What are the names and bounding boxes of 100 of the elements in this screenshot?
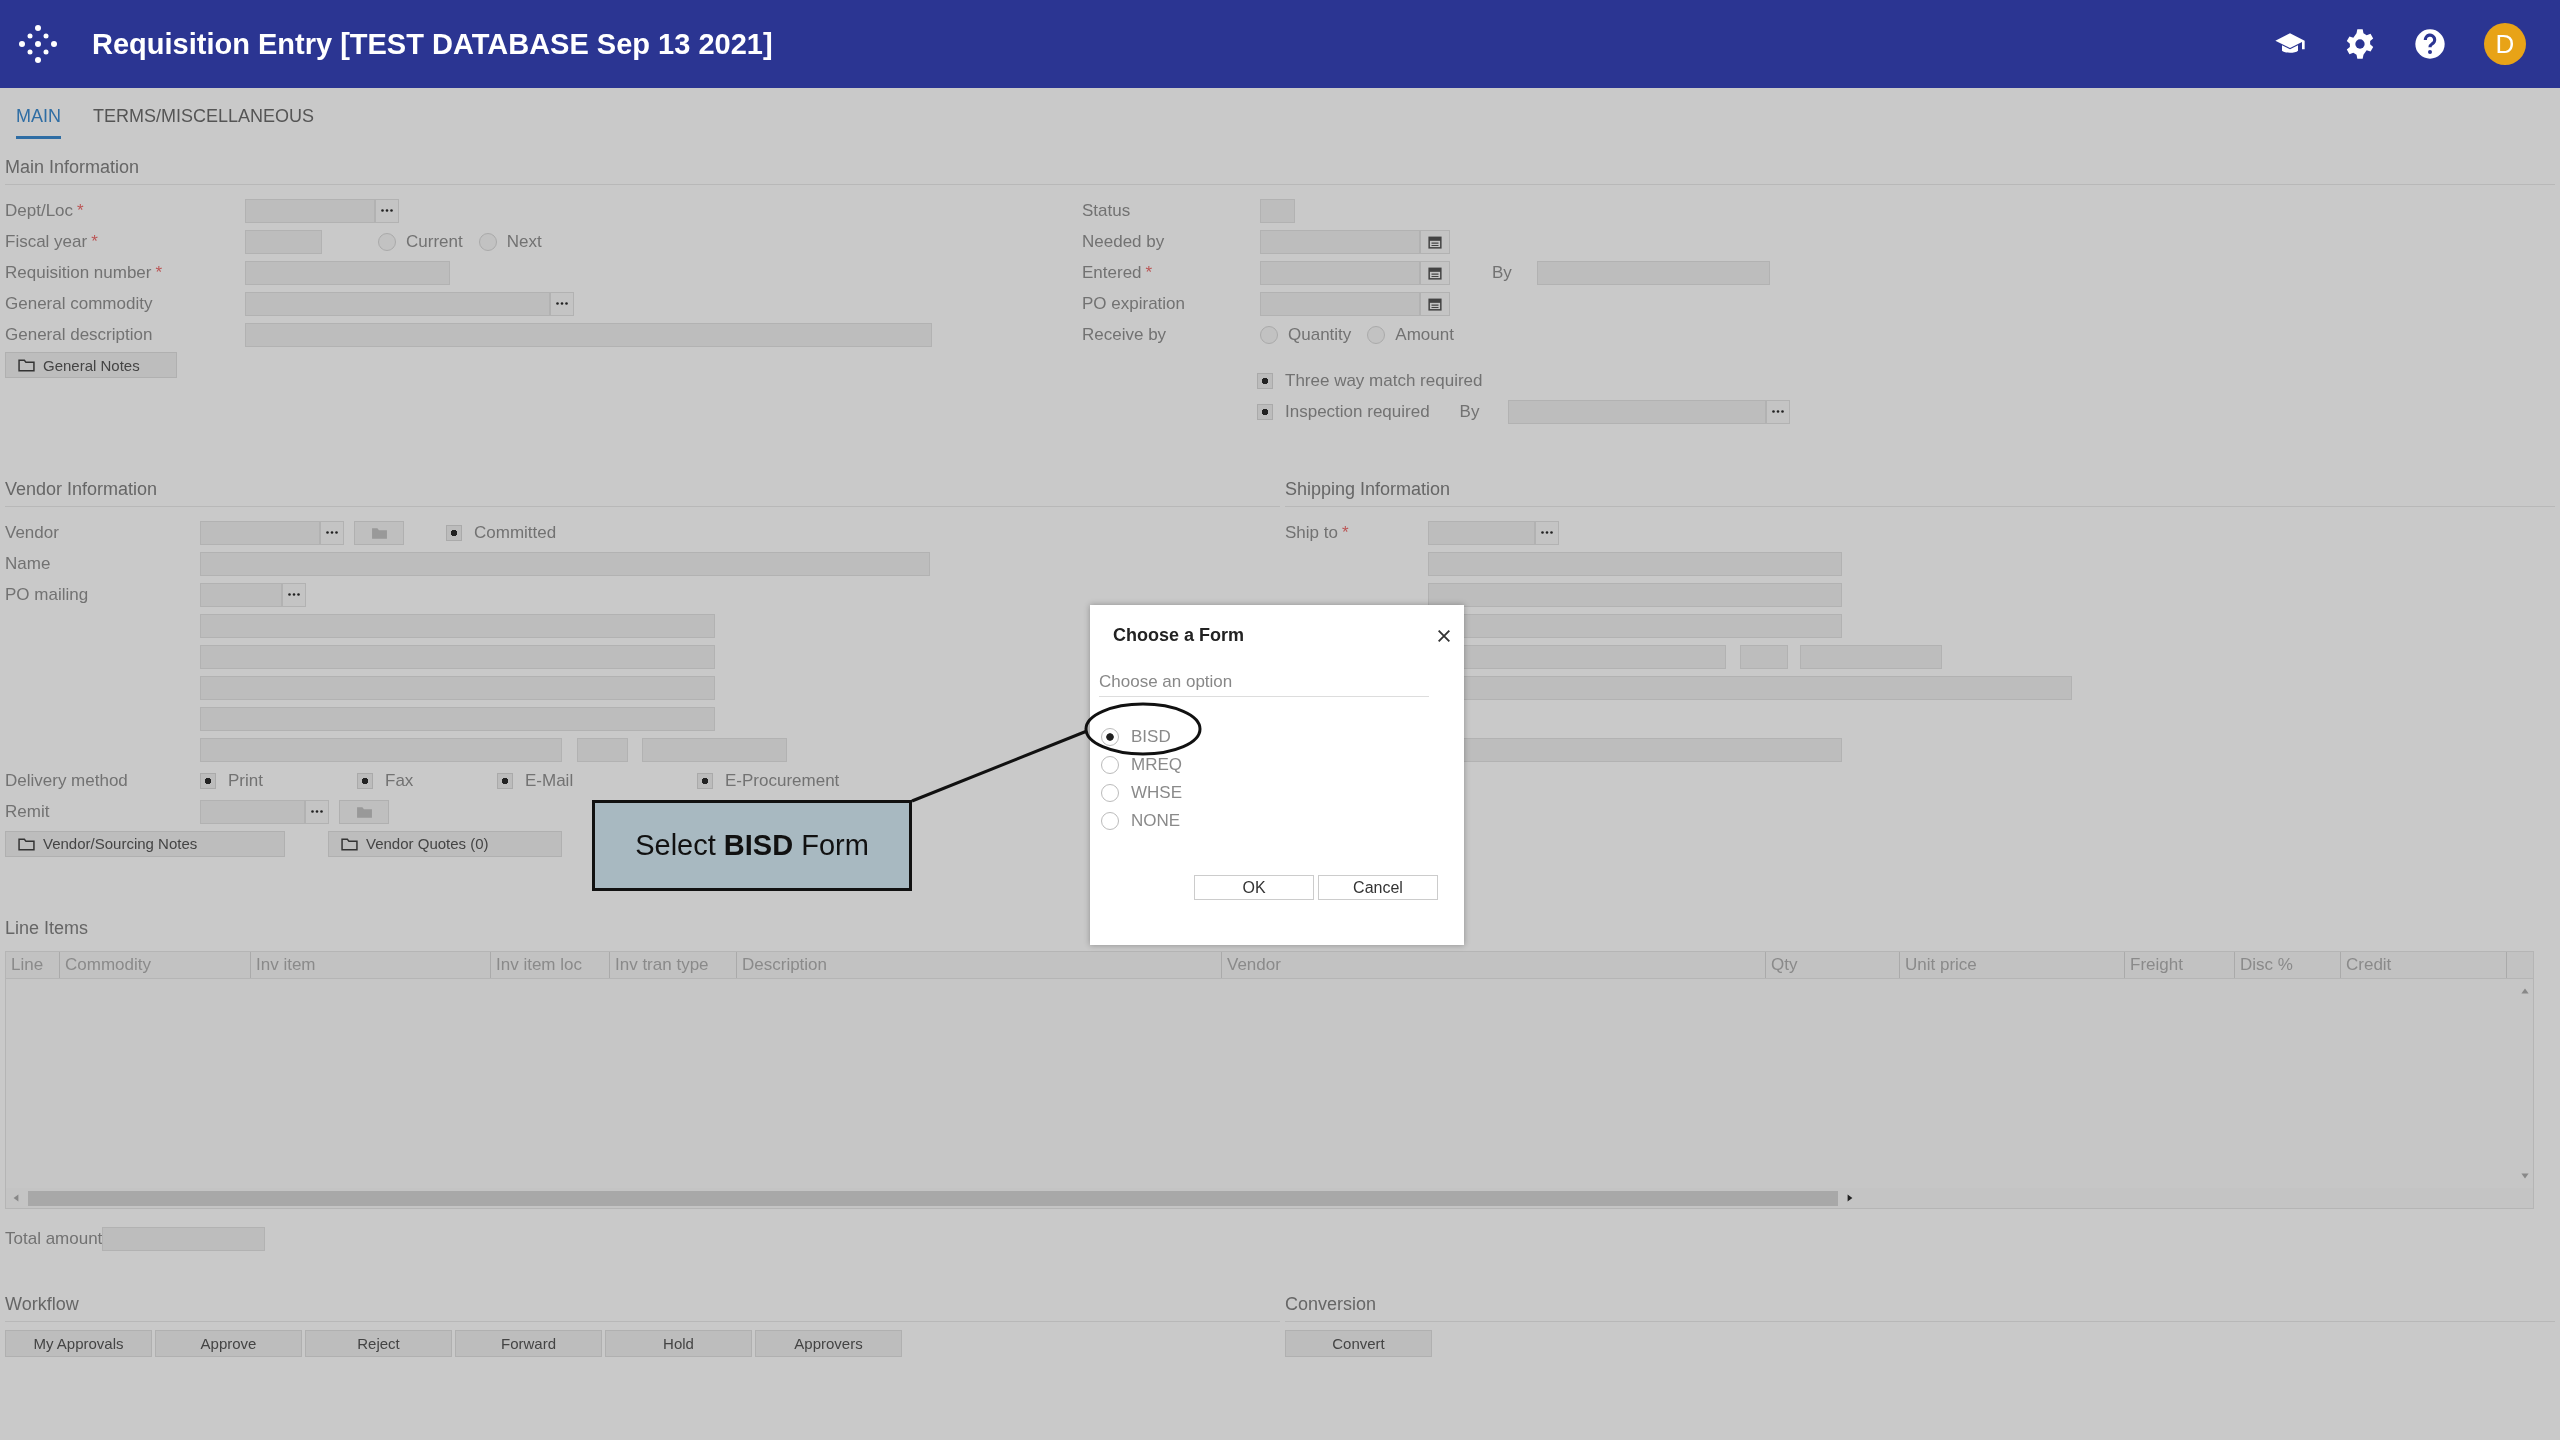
ellipsis-icon xyxy=(326,531,338,534)
dialog-title: Choose a Form xyxy=(1113,625,1245,646)
field-label: Needed by xyxy=(1082,231,1165,251)
checkbox-label: Three way match required xyxy=(1285,370,1483,391)
calendar-button[interactable] xyxy=(1420,229,1450,254)
workflow-button[interactable]: Hold xyxy=(605,1330,752,1357)
section-title: Conversion xyxy=(1285,1284,2555,1322)
calendar-button[interactable] xyxy=(1420,291,1450,316)
radio-button[interactable] xyxy=(478,232,497,251)
checkbox-label: Inspection required xyxy=(1285,401,1430,422)
required-mark: * xyxy=(77,200,84,220)
radio-label: NONE xyxy=(1131,811,1181,831)
required-mark: * xyxy=(1145,262,1153,282)
column-header[interactable]: Inv item loc xyxy=(491,952,610,978)
column-header[interactable]: Qty xyxy=(1766,952,1900,978)
column-header[interactable]: Inv item xyxy=(251,952,491,978)
browse-button[interactable] xyxy=(305,799,329,824)
radio-button[interactable] xyxy=(1101,728,1119,746)
workflow-button[interactable]: Approvers xyxy=(755,1330,902,1357)
folder-icon xyxy=(18,358,35,372)
browse-button[interactable] xyxy=(1535,520,1559,545)
radio-label: Current xyxy=(406,231,463,252)
input-field[interactable] xyxy=(1428,582,1842,607)
workflow-button[interactable]: Reject xyxy=(305,1330,452,1357)
window-title: Requisition Entry [TEST DATABASE Sep 13 2021] xyxy=(92,27,773,61)
field-label: PO mailing xyxy=(5,584,90,605)
radio-label: BISD xyxy=(1131,727,1171,747)
ellipsis-icon xyxy=(1771,410,1784,413)
checkbox[interactable] xyxy=(357,772,373,789)
workflow-button[interactable]: My Approvals xyxy=(5,1330,152,1357)
checkbox[interactable] xyxy=(1257,403,1273,420)
ellipsis-icon xyxy=(1541,531,1553,534)
checkbox-label: E-Mail xyxy=(525,770,574,791)
folder-icon xyxy=(341,836,358,851)
checkbox[interactable] xyxy=(497,772,513,789)
calendar-icon xyxy=(1428,234,1442,249)
column-header[interactable]: Inv tran type xyxy=(610,952,737,978)
column-header[interactable]: Line xyxy=(6,952,60,978)
field-label: Delivery method xyxy=(5,770,129,791)
browse-button[interactable] xyxy=(320,520,344,545)
notes-button[interactable]: General Notes xyxy=(5,352,177,378)
column-header[interactable]: Freight xyxy=(2125,952,2235,978)
field-label: Dept/Loc xyxy=(5,200,74,220)
dialog-button[interactable]: OK xyxy=(1194,875,1314,900)
settings-icon[interactable] xyxy=(2344,28,2376,60)
required-mark: * xyxy=(155,262,163,282)
field-label: Remit xyxy=(5,801,51,822)
ellipsis-icon xyxy=(556,302,568,305)
folder-icon xyxy=(355,804,373,819)
tab[interactable]: MAIN xyxy=(16,106,61,139)
ellipsis-icon xyxy=(288,593,300,596)
checkbox-label: Fax xyxy=(385,770,414,791)
checkbox[interactable] xyxy=(446,524,462,541)
field-label: Total amount xyxy=(5,1228,103,1249)
column-header[interactable]: Description xyxy=(737,952,1222,978)
scrollbar-thumb[interactable] xyxy=(28,1190,1838,1206)
workflow-button[interactable]: Forward xyxy=(455,1330,602,1357)
field-label: Vendor xyxy=(5,522,60,543)
radio-button[interactable] xyxy=(378,232,396,251)
workflow-button[interactable]: Approve xyxy=(155,1330,302,1357)
radio-button[interactable] xyxy=(1101,812,1119,830)
radio-button[interactable] xyxy=(1260,325,1278,344)
checkbox-label: E-Procurement xyxy=(725,770,840,791)
browse-button[interactable] xyxy=(550,291,574,316)
notes-button[interactable]: Vendor Quotes (0) xyxy=(328,830,562,857)
field-label: Status xyxy=(1082,200,1131,220)
logo-icon xyxy=(18,24,58,64)
checkbox[interactable] xyxy=(200,772,216,789)
user-avatar[interactable]: D xyxy=(2484,23,2526,65)
folder-button[interactable] xyxy=(339,799,389,824)
radio-button[interactable] xyxy=(1101,756,1119,774)
browse-button[interactable] xyxy=(1765,399,1790,424)
radio-button[interactable] xyxy=(1101,784,1119,802)
close-icon[interactable] xyxy=(1436,627,1452,644)
help-icon[interactable] xyxy=(2414,28,2446,60)
callout-text: Select BISD Form xyxy=(635,829,869,862)
browse-button[interactable] xyxy=(282,582,306,607)
section-title: Line Items xyxy=(5,917,90,940)
convert-button[interactable]: Convert xyxy=(1285,1330,1432,1357)
section-title: Main Information xyxy=(5,147,2555,185)
dialog-button[interactable]: Cancel xyxy=(1318,875,1438,900)
ellipsis-icon xyxy=(381,209,393,212)
column-header[interactable]: Disc % xyxy=(2235,952,2341,978)
column-header[interactable]: Unit price xyxy=(1900,952,2125,978)
field-label: General description xyxy=(5,324,153,344)
column-header[interactable]: Vendor xyxy=(1222,952,1766,978)
notes-button[interactable]: Vendor/Sourcing Notes xyxy=(5,830,285,857)
browse-button[interactable] xyxy=(375,198,399,223)
checkbox[interactable] xyxy=(1257,372,1273,389)
radio-label: MREQ xyxy=(1131,755,1182,775)
calendar-button[interactable] xyxy=(1420,260,1450,285)
folder-button[interactable] xyxy=(354,520,404,545)
radio-button[interactable] xyxy=(1367,325,1386,344)
column-header[interactable]: Credit xyxy=(2341,952,2507,978)
checkbox[interactable] xyxy=(697,772,713,789)
field-label: Ship to xyxy=(1285,522,1338,542)
tab[interactable]: TERMS/MISCELLANEOUS xyxy=(93,106,315,139)
column-header[interactable]: Commodity xyxy=(60,952,251,978)
field-label: By xyxy=(1459,401,1481,422)
section-title: Vendor Information xyxy=(5,469,1280,507)
